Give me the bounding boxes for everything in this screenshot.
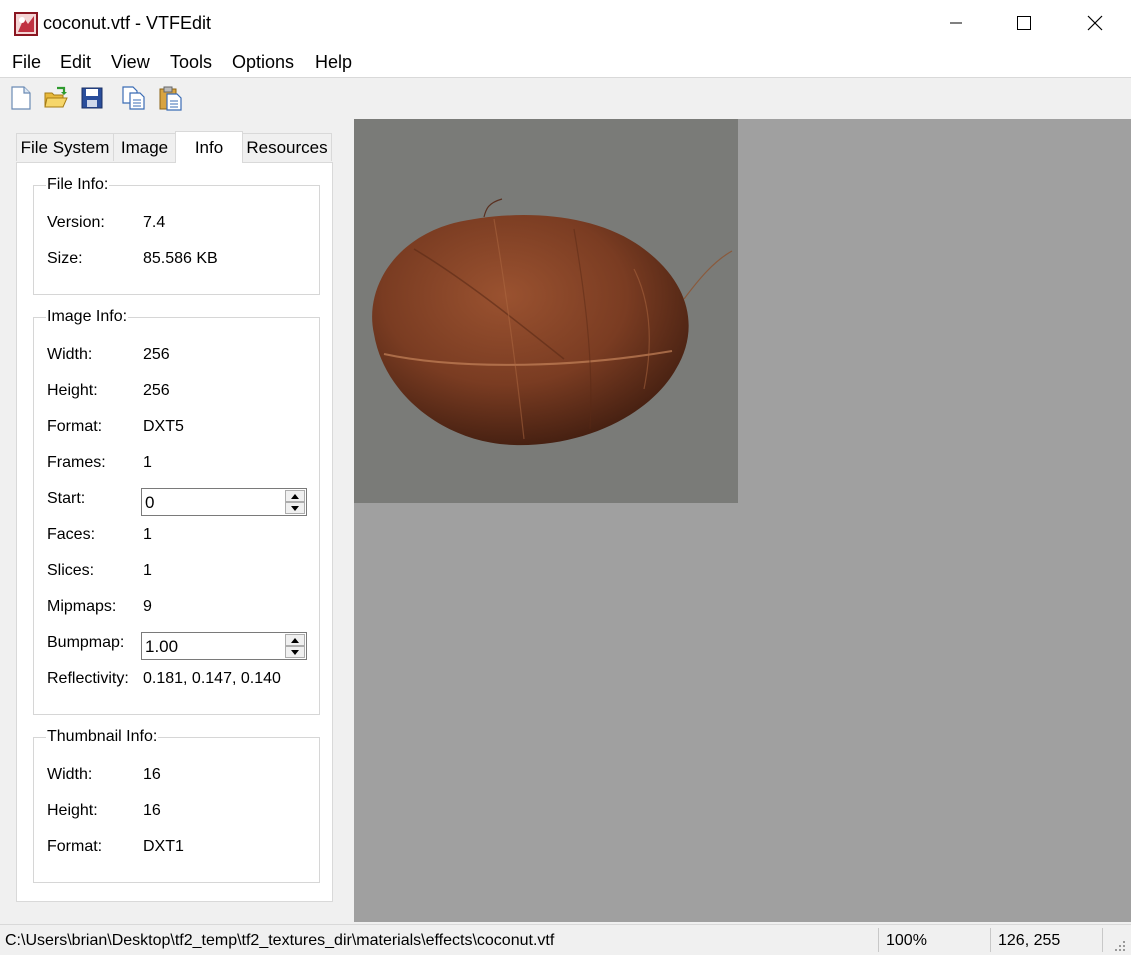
version-label: Version: [47,214,105,231]
arrow-down-icon [291,505,299,511]
menu-bar: File Edit View Tools Options Help [0,46,1131,78]
faces-label: Faces: [47,526,96,543]
image-height-label: Height: [47,382,98,399]
status-separator [878,928,879,952]
maximize-icon [1017,16,1031,30]
start-decrement-button[interactable] [285,502,305,514]
bumpmap-spinbox-buttons [285,634,305,658]
vtfedit-app-icon [14,12,38,36]
title-bar: coconut.vtf - VTFEdit [0,0,1131,46]
side-panel: File System Image Info Resources File In… [0,118,352,922]
open-button[interactable] [43,85,68,111]
thumbnail-height-label: Height: [47,802,98,819]
toolbar [0,78,1131,118]
menu-file[interactable]: File [12,52,41,73]
reflectivity-value: 0.181, 0.147, 0.140 [143,670,281,687]
texture-preview [354,119,738,503]
thumbnail-height-value: 16 [143,802,161,819]
status-separator [990,928,991,952]
close-icon [1087,15,1103,31]
status-bar: C:\Users\brian\Desktop\tf2_temp\tf2_text… [0,924,1131,955]
copy-icon [122,86,145,110]
arrow-up-icon [291,637,299,643]
file-info-group: File Info: Version: 7.4 Size: 85.586 KB [33,176,320,295]
start-spinbox[interactable]: 0 [141,488,307,516]
paste-icon [159,86,182,111]
open-folder-icon [44,86,68,108]
mipmaps-value: 9 [143,598,152,615]
thumbnail-format-label: Format: [47,838,103,855]
new-file-button[interactable] [9,85,33,111]
start-increment-button[interactable] [285,490,305,502]
start-spinbox-value: 0 [145,493,155,512]
menu-options[interactable]: Options [232,52,294,73]
new-file-icon [11,86,31,110]
bumpmap-spinbox[interactable]: 1.00 [141,632,307,660]
close-button[interactable] [1060,0,1130,46]
minimize-button[interactable] [921,0,991,46]
status-separator [1102,928,1103,952]
thumbnail-info-group: Thumbnail Info: Width: 16 Height: 16 For… [33,728,320,883]
image-info-group: Image Info: Width: 256 Height: 256 Forma… [33,308,320,715]
bumpmap-label: Bumpmap: [47,634,125,651]
coconut-image [372,198,733,446]
size-label: Size: [47,250,83,267]
status-file-path: C:\Users\brian\Desktop\tf2_temp\tf2_text… [5,932,555,949]
paste-button[interactable] [158,85,182,111]
slices-label: Slices: [47,562,95,579]
resize-grip-icon[interactable] [1113,939,1127,953]
tab-file-system[interactable]: File System [16,133,114,161]
image-info-title: Image Info: [46,308,129,326]
start-label: Start: [47,490,86,507]
menu-edit[interactable]: Edit [60,52,91,73]
bumpmap-spinbox-value: 1.00 [145,637,179,656]
tab-resources[interactable]: Resources [242,133,332,161]
tab-image[interactable]: Image [113,133,176,161]
thumbnail-format-value: DXT1 [143,838,184,855]
image-format-label: Format: [47,418,103,435]
arrow-up-icon [291,493,299,499]
thumbnail-info-title: Thumbnail Info: [46,728,159,746]
start-spinbox-buttons [285,490,305,514]
frames-label: Frames: [47,454,106,471]
status-coordinates: 126, 255 [998,932,1061,949]
texture-viewer[interactable] [354,119,1131,922]
save-button[interactable] [80,85,104,111]
mipmaps-label: Mipmaps: [47,598,117,615]
image-format-value: DXT5 [143,418,184,435]
image-width-label: Width: [47,346,93,363]
info-tab-page: File Info: Version: 7.4 Size: 85.586 KB … [16,162,333,902]
version-value: 7.4 [143,214,166,231]
save-icon [81,87,103,109]
tab-info[interactable]: Info [175,131,243,163]
reflectivity-label: Reflectivity: [47,670,129,687]
copy-button[interactable] [121,85,145,111]
minimize-icon [950,22,962,24]
menu-tools[interactable]: Tools [170,52,212,73]
bumpmap-decrement-button[interactable] [285,646,305,658]
thumbnail-width-value: 16 [143,766,161,783]
arrow-down-icon [291,649,299,655]
menu-help[interactable]: Help [315,52,352,73]
maximize-button[interactable] [989,0,1059,46]
menu-view[interactable]: View [111,52,150,73]
thumbnail-width-label: Width: [47,766,93,783]
size-value: 85.586 KB [143,250,218,267]
window-title: coconut.vtf - VTFEdit [43,13,212,33]
image-width-value: 256 [143,346,170,363]
image-height-value: 256 [143,382,170,399]
bumpmap-increment-button[interactable] [285,634,305,646]
status-zoom: 100% [886,932,927,949]
frames-value: 1 [143,454,152,471]
file-info-title: File Info: [46,176,110,194]
slices-value: 1 [143,562,152,579]
faces-value: 1 [143,526,152,543]
